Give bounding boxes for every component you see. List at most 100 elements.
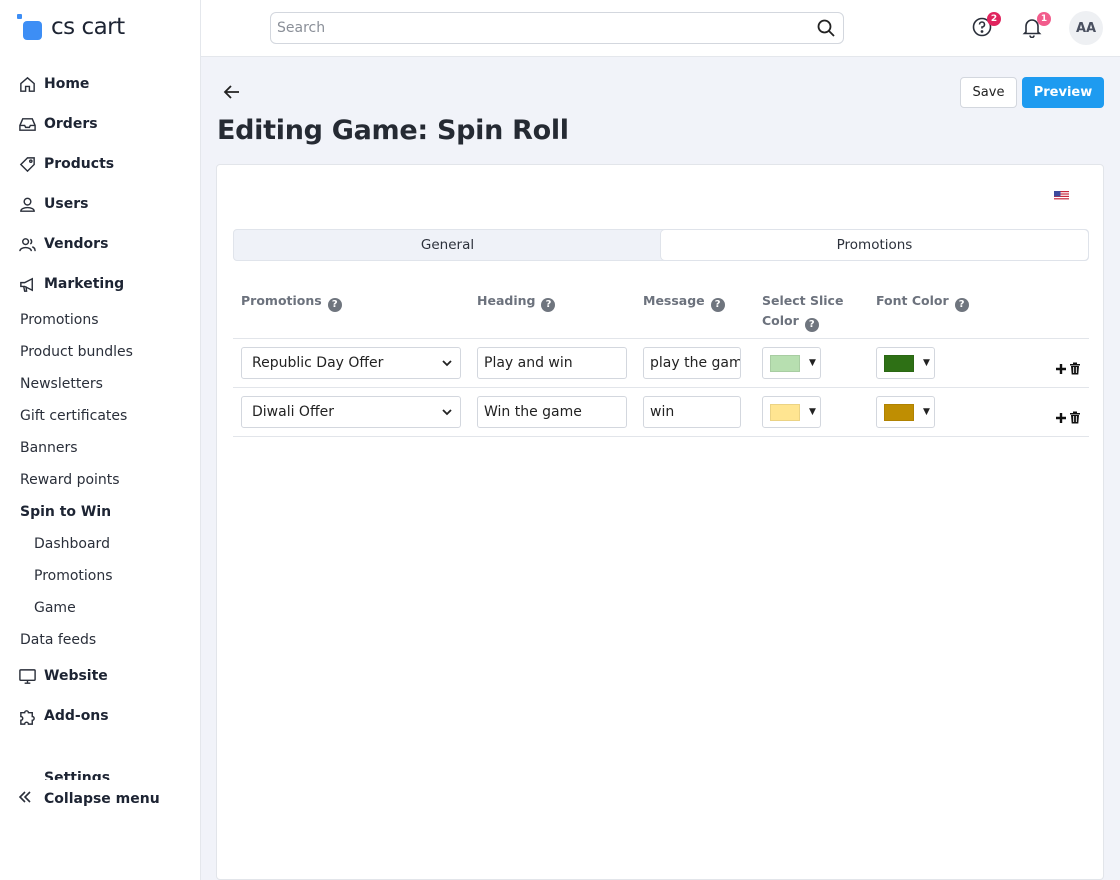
back-arrow-icon[interactable] — [221, 81, 243, 103]
logo-text: cs cart — [51, 14, 125, 40]
submenu-item-game[interactable]: Game — [0, 592, 200, 624]
submenu-item-reward-points[interactable]: Reward points — [0, 464, 200, 496]
help-badge: 2 — [987, 12, 1001, 26]
plus-icon[interactable] — [1055, 412, 1067, 424]
marketing-submenu: Promotions Product bundles Newsletters G… — [0, 304, 200, 656]
row-actions — [1055, 362, 1081, 375]
notifications-button[interactable]: 1 — [1021, 12, 1051, 40]
nav-label: Website — [44, 668, 108, 684]
nav-label: Add-ons — [44, 708, 109, 724]
help-icon[interactable]: ? — [710, 298, 725, 312]
submenu-item-spin-promotions[interactable]: Promotions — [0, 560, 200, 592]
help-icon[interactable]: ? — [541, 298, 556, 312]
caret-down-icon: ▼ — [809, 407, 816, 417]
chevron-down-icon — [442, 360, 452, 367]
nav-item-users[interactable]: Users — [0, 184, 200, 224]
caret-down-icon: ▼ — [809, 358, 816, 368]
heading-input[interactable]: Win the game — [477, 396, 627, 428]
game-editor-card: General Promotions Promotions? Heading? … — [216, 164, 1104, 880]
monitor-icon — [17, 666, 37, 686]
help-button[interactable]: 2 — [971, 12, 1001, 40]
font-color-picker[interactable]: ▼ — [876, 396, 935, 428]
tab-general[interactable]: General — [234, 230, 661, 260]
tag-icon — [17, 154, 37, 174]
nav-item-marketing[interactable]: Marketing — [0, 264, 200, 304]
search-input[interactable] — [271, 13, 809, 43]
slice-color-swatch — [770, 403, 800, 421]
help-icon[interactable]: ? — [804, 318, 819, 332]
font-color-swatch — [884, 403, 914, 421]
logo-mark-icon — [17, 14, 45, 40]
nav-label: Home — [44, 76, 90, 92]
nav-item-website[interactable]: Website — [0, 656, 200, 696]
nav-label: Products — [44, 156, 115, 172]
help-icon[interactable]: ? — [954, 298, 969, 312]
table-row: Diwali Offer Win the game win ▼ ▼ — [233, 388, 1089, 437]
font-color-swatch — [884, 354, 914, 372]
slice-color-swatch — [770, 354, 800, 372]
slice-color-picker[interactable]: ▼ — [762, 396, 821, 428]
column-header-slice-color: Select Slice Color? — [762, 293, 844, 332]
caret-down-icon: ▼ — [923, 407, 930, 417]
promotion-select[interactable]: Diwali Offer — [241, 396, 461, 428]
slice-color-picker[interactable]: ▼ — [762, 347, 821, 379]
nav-item-home[interactable]: Home — [0, 64, 200, 104]
search-box — [270, 12, 844, 44]
heading-input[interactable]: Play and win — [477, 347, 627, 379]
table-header: Promotions? Heading? Message? Select Sli… — [233, 291, 1089, 339]
chevron-down-icon — [442, 409, 452, 416]
notifications-badge: 1 — [1037, 12, 1051, 26]
message-input[interactable]: win — [643, 396, 741, 428]
nav-item-addons[interactable]: Add-ons — [0, 696, 200, 736]
top-bar: 2 1 AA — [201, 0, 1120, 57]
users-icon — [17, 234, 37, 254]
page-title: Editing Game: Spin Roll — [217, 115, 569, 146]
nav-item-orders[interactable]: Orders — [0, 104, 200, 144]
submenu-item-promotions[interactable]: Promotions — [0, 304, 200, 336]
caret-down-icon: ▼ — [923, 358, 930, 368]
trash-icon[interactable] — [1069, 362, 1081, 375]
submenu-item-gift-certificates[interactable]: Gift certificates — [0, 400, 200, 432]
trash-icon[interactable] — [1069, 411, 1081, 424]
font-color-picker[interactable]: ▼ — [876, 347, 935, 379]
nav-label: Orders — [44, 116, 98, 132]
save-button[interactable]: Save — [960, 77, 1017, 108]
submenu-item-data-feeds[interactable]: Data feeds — [0, 624, 200, 656]
column-header-heading: Heading? — [477, 291, 556, 312]
user-icon — [17, 194, 37, 214]
column-header-promotions: Promotions? — [241, 291, 342, 312]
main-nav: Home Orders Products Users Vendors Marke… — [0, 64, 200, 736]
plus-icon[interactable] — [1055, 363, 1067, 375]
avatar[interactable]: AA — [1069, 11, 1103, 45]
submenu-item-spin-to-win[interactable]: Spin to Win — [0, 496, 200, 528]
submenu-item-banners[interactable]: Banners — [0, 432, 200, 464]
column-header-message: Message? — [643, 291, 725, 312]
message-input[interactable]: play the game — [643, 347, 741, 379]
promotion-select[interactable]: Republic Day Offer — [241, 347, 461, 379]
megaphone-icon — [17, 274, 37, 294]
nav-label: Users — [44, 196, 89, 212]
main-content: Editing Game: Spin Roll Save Preview Gen… — [201, 57, 1120, 880]
home-icon — [17, 74, 37, 94]
search-icon[interactable] — [809, 13, 843, 43]
nav-label: Vendors — [44, 236, 109, 252]
double-chevron-left-icon — [17, 789, 37, 810]
inbox-icon — [17, 114, 37, 134]
collapse-menu-button[interactable]: Collapse menu — [0, 780, 200, 818]
row-actions — [1055, 411, 1081, 424]
nav-label: Marketing — [44, 276, 125, 292]
tab-bar: General Promotions — [233, 229, 1089, 261]
us-flag-icon[interactable] — [1054, 191, 1069, 201]
submenu-item-product-bundles[interactable]: Product bundles — [0, 336, 200, 368]
tab-promotions[interactable]: Promotions — [661, 230, 1088, 260]
logo[interactable]: cs cart — [17, 12, 125, 42]
nav-item-vendors[interactable]: Vendors — [0, 224, 200, 264]
help-icon[interactable]: ? — [327, 298, 342, 312]
submenu-item-newsletters[interactable]: Newsletters — [0, 368, 200, 400]
sidebar: cs cart Home Orders Products Users Vendo… — [0, 0, 201, 880]
table-row: Republic Day Offer Play and win play the… — [233, 339, 1089, 388]
preview-button[interactable]: Preview — [1022, 77, 1104, 108]
collapse-menu-label: Collapse menu — [44, 791, 160, 807]
submenu-item-dashboard[interactable]: Dashboard — [0, 528, 200, 560]
nav-item-products[interactable]: Products — [0, 144, 200, 184]
